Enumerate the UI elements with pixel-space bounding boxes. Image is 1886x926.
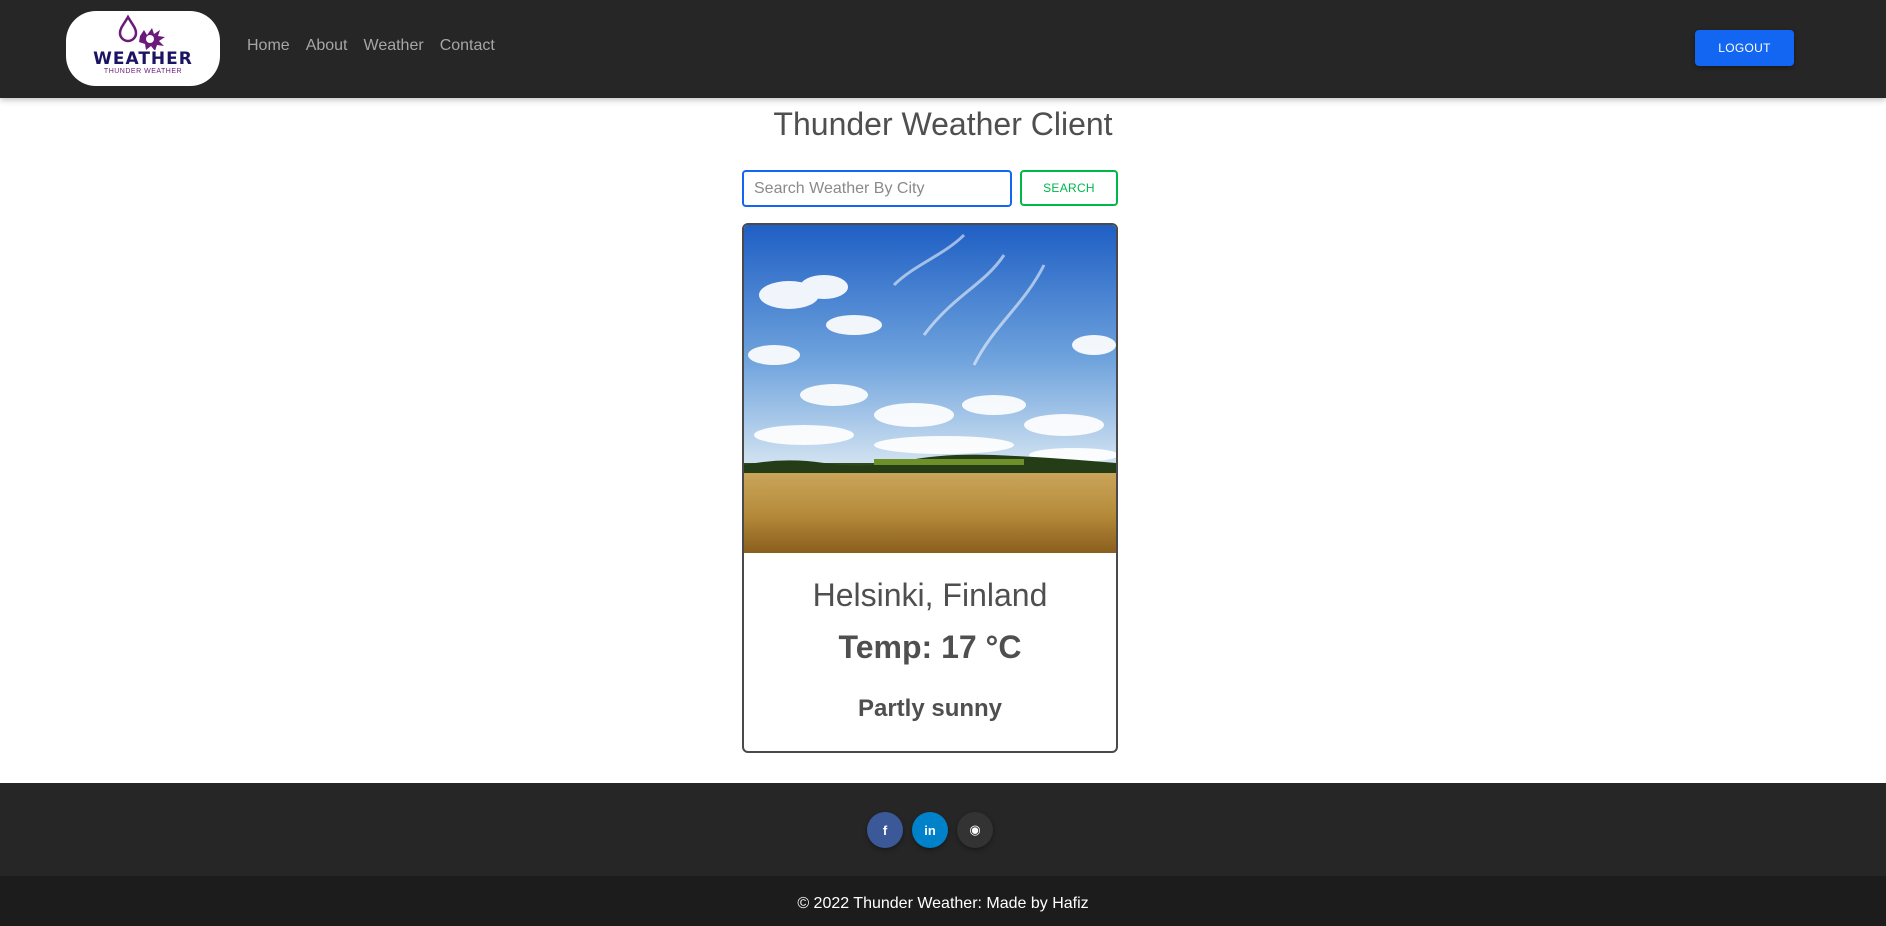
page-title: Thunder Weather Client	[773, 106, 1113, 142]
nav-menu: Home About Weather Contact	[247, 37, 495, 55]
nav-weather-link[interactable]: Weather	[364, 37, 424, 55]
nav-home-link[interactable]: Home	[247, 37, 290, 55]
logout-button[interactable]: LOGOUT	[1695, 30, 1794, 66]
brand-logo[interactable]: WEATHER THUNDER WEATHER	[66, 11, 220, 86]
facebook-icon[interactable]: f	[867, 812, 903, 848]
github-icon[interactable]: ◉	[957, 812, 993, 848]
navbar: WEATHER THUNDER WEATHER Home About Weath…	[0, 0, 1886, 98]
nav-about-link[interactable]: About	[306, 37, 348, 55]
weather-card: Helsinki, Finland Temp: 17 °C Partly sun…	[742, 223, 1118, 753]
weather-landscape-image	[744, 225, 1116, 553]
weather-condition: Partly sunny	[857, 695, 1003, 722]
footer-social-bar: f in ◉	[0, 783, 1886, 876]
logo-wordmark: WEATHER	[93, 49, 193, 69]
search-button[interactable]: SEARCH	[1020, 170, 1118, 206]
nav-contact-link[interactable]: Contact	[440, 37, 495, 55]
logo-subtitle: THUNDER WEATHER	[103, 68, 183, 75]
city-search-input[interactable]	[742, 170, 1012, 207]
linkedin-icon[interactable]: in	[912, 812, 948, 848]
weather-logo-icon	[118, 14, 165, 50]
city-name: Helsinki, Finland	[812, 577, 1048, 613]
copyright-text: © 2022 Thunder Weather: Made by Hafiz	[797, 895, 1089, 912]
footer-copyright-bar: © 2022 Thunder Weather: Made by Hafiz	[0, 876, 1886, 926]
temperature: Temp: 17 °C	[838, 629, 1022, 665]
